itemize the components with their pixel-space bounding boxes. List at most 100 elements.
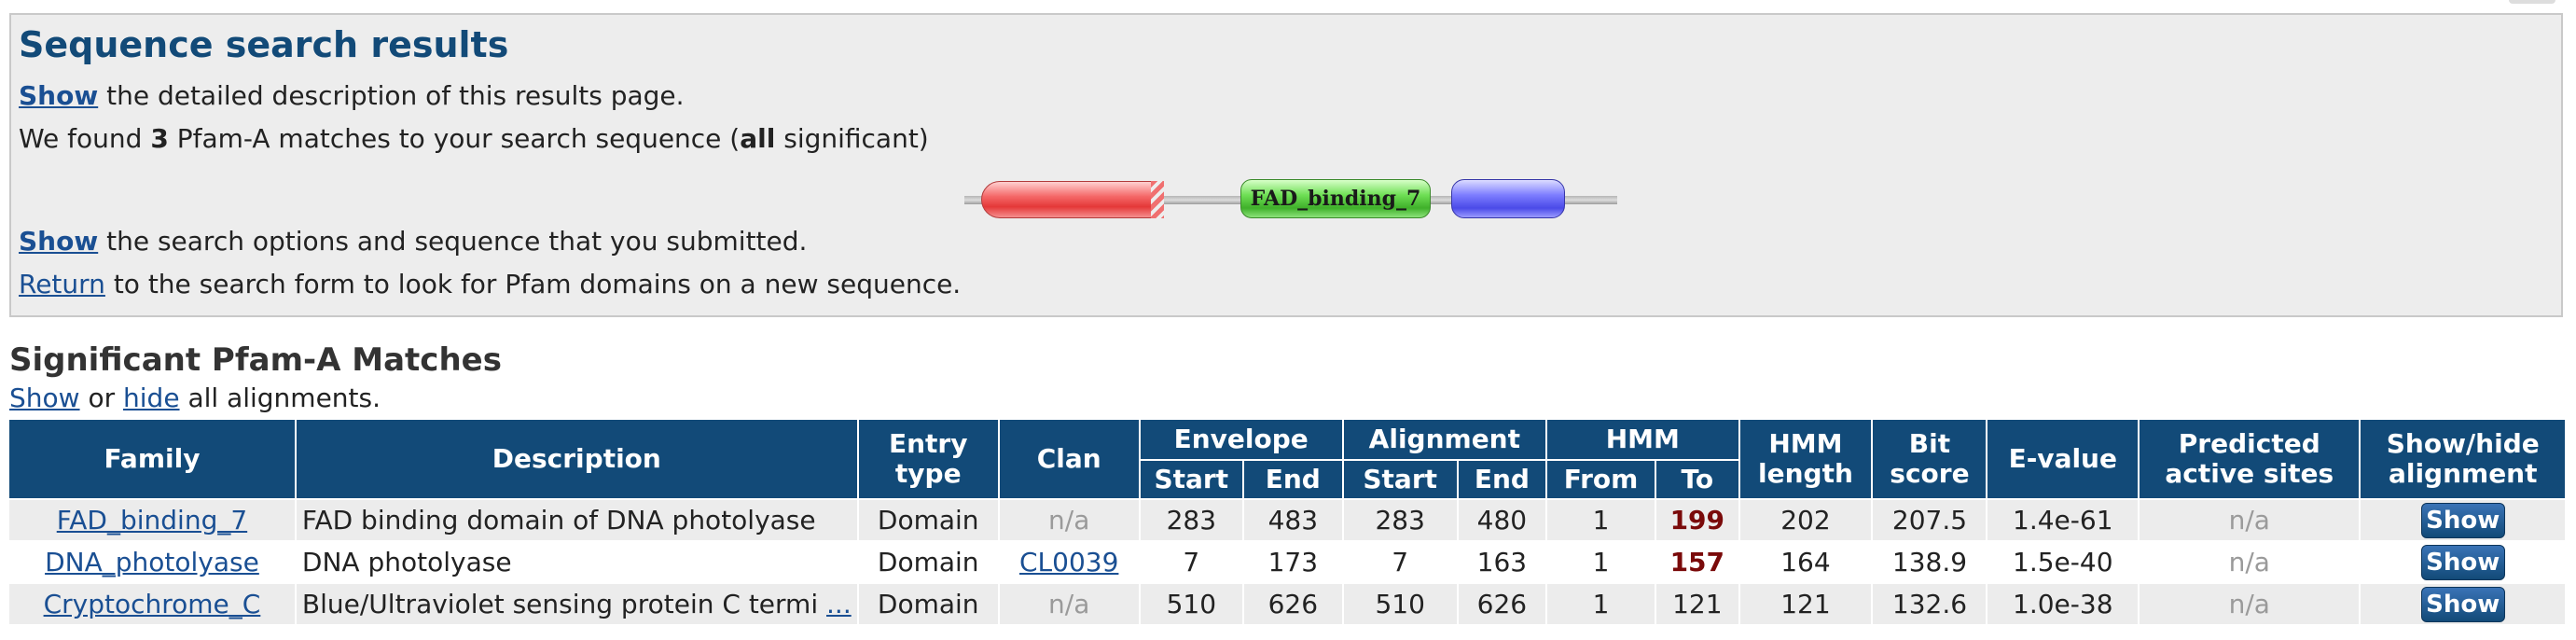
hmm-from-cell: 1 (1545, 582, 1657, 626)
table-row: DNA_photolyase DNA photolyase Domain CL0… (7, 540, 2567, 584)
header-envelope-start: Start (1138, 459, 1244, 500)
description-toggle-line: Show the detailed description of this re… (19, 80, 685, 111)
match-count-suffix: significant) (775, 123, 929, 154)
significance-word: all (740, 123, 776, 154)
alignment-start-cell: 7 (1341, 540, 1459, 584)
entry-type-cell: Domain (856, 540, 1000, 584)
alignment-end-cell: 626 (1456, 582, 1548, 626)
description-text: Blue/Ultraviolet sensing protein C termi (301, 589, 819, 619)
show-all-alignments-link[interactable]: Show (9, 383, 80, 413)
alignment-start-cell: 283 (1341, 498, 1459, 542)
results-summary-panel: Sequence search results Show the detaile… (9, 13, 2563, 317)
domain-cryptochrome-c[interactable] (1451, 179, 1565, 218)
description-cell: DNA photolyase (294, 540, 859, 584)
show-alignment-button[interactable]: Show (2420, 544, 2505, 580)
active-sites-cell: n/a (2138, 498, 2361, 542)
envelope-start-cell: 7 (1138, 540, 1244, 584)
hide-all-alignments-link[interactable]: hide (123, 383, 180, 413)
header-hmm-length: HMM length (1738, 418, 1874, 500)
hmm-length-cell: 164 (1738, 540, 1874, 584)
alignments-toggle-line: Show or hide all alignments. (9, 383, 381, 413)
evalue-cell: 1.4e-61 (1986, 498, 2140, 542)
description-cell: FAD binding domain of DNA photolyase (294, 498, 859, 542)
entry-type-cell: Domain (856, 498, 1000, 542)
window-corner-tab (2509, 0, 2555, 4)
family-link[interactable]: Cryptochrome_C (44, 589, 261, 619)
section-title: Significant Pfam-A Matches (9, 341, 502, 379)
clan-cell: n/a (997, 582, 1141, 626)
hmm-from-cell: 1 (1545, 498, 1657, 542)
alignment-end-cell: 480 (1456, 498, 1548, 542)
clan-cell: n/a (997, 498, 1141, 542)
header-hmm-from: From (1545, 459, 1657, 500)
domain-fad-binding-7[interactable]: FAD_binding_7 (1240, 179, 1431, 218)
hmm-length-cell: 202 (1738, 498, 1874, 542)
family-cell: FAD_binding_7 (7, 498, 297, 542)
match-count-middle: Pfam-A matches to your search sequence ( (168, 123, 741, 154)
bit-score-cell: 207.5 (1871, 498, 1988, 542)
show-alignment-button[interactable]: Show (2420, 502, 2505, 538)
header-hmm: HMM (1545, 418, 1740, 461)
show-description-link[interactable]: Show (19, 80, 98, 111)
description-more-link[interactable]: ... (826, 589, 852, 619)
header-entry-type: Entry type (856, 418, 1000, 500)
clan-cell: CL0039 (997, 540, 1141, 584)
alignments-text: all alignments. (179, 383, 381, 413)
show-search-options-link[interactable]: Show (19, 226, 98, 257)
header-alignment-end: End (1456, 459, 1548, 500)
evalue-cell: 1.0e-38 (1986, 582, 2140, 626)
return-text: to the search form to look for Pfam doma… (104, 269, 962, 299)
family-cell: DNA_photolyase (7, 540, 297, 584)
description-cell: Blue/Ultraviolet sensing protein C termi… (294, 582, 859, 626)
alignment-end-cell: 163 (1456, 540, 1548, 584)
match-count-prefix: We found (19, 123, 151, 154)
description-toggle-text: the detailed description of this results… (98, 80, 685, 111)
evalue-cell: 1.5e-40 (1986, 540, 2140, 584)
header-description: Description (294, 418, 859, 500)
hmm-to-cell: 157 (1655, 540, 1740, 584)
table-row: FAD_binding_7 FAD binding domain of DNA … (7, 498, 2567, 542)
envelope-end-cell: 483 (1241, 498, 1344, 542)
domain-graphic: FAD_binding_7 (964, 164, 1617, 220)
show-alignment-cell: Show (2359, 582, 2567, 626)
header-alignment: Alignment (1341, 418, 1548, 461)
hmm-to-cell: 199 (1655, 498, 1740, 542)
envelope-end-cell: 173 (1241, 540, 1344, 584)
header-evalue: E-value (1986, 418, 2140, 500)
table-row: Cryptochrome_C Blue/Ultraviolet sensing … (7, 582, 2567, 626)
page-title: Sequence search results (19, 24, 509, 65)
header-alignment-start: Start (1341, 459, 1459, 500)
family-cell: Cryptochrome_C (7, 582, 297, 626)
return-line: Return to the search form to look for Pf… (19, 269, 961, 299)
search-options-text: the search options and sequence that you… (98, 226, 808, 257)
hmm-length-cell: 121 (1738, 582, 1874, 626)
search-options-line: Show the search options and sequence tha… (19, 226, 807, 257)
header-clan: Clan (997, 418, 1141, 500)
match-count-line: We found 3 Pfam-A matches to your search… (19, 123, 929, 154)
hmm-to-cell: 121 (1655, 582, 1740, 626)
show-alignment-cell: Show (2359, 540, 2567, 584)
header-hmm-to: To (1655, 459, 1740, 500)
envelope-start-cell: 510 (1138, 582, 1244, 626)
entry-type-cell: Domain (856, 582, 1000, 626)
bit-score-cell: 132.6 (1871, 582, 1988, 626)
domain-dna-photolyase-jagged-edge (1151, 181, 1164, 218)
bit-score-cell: 138.9 (1871, 540, 1988, 584)
domain-dna-photolyase[interactable] (981, 181, 1158, 218)
active-sites-cell: n/a (2138, 582, 2361, 626)
or-text: or (79, 383, 124, 413)
clan-link[interactable]: CL0039 (1019, 547, 1118, 577)
alignment-start-cell: 510 (1341, 582, 1459, 626)
header-family: Family (7, 418, 297, 500)
header-envelope: Envelope (1138, 418, 1344, 461)
show-alignment-button[interactable]: Show (2420, 586, 2505, 622)
matches-table: Family Description Entry type Clan Envelo… (7, 418, 2567, 626)
header-envelope-end: End (1241, 459, 1344, 500)
envelope-start-cell: 283 (1138, 498, 1244, 542)
active-sites-cell: n/a (2138, 540, 2361, 584)
return-link[interactable]: Return (19, 269, 105, 299)
match-count: 3 (150, 123, 169, 154)
family-link[interactable]: FAD_binding_7 (57, 505, 247, 536)
header-show-hide-alignment: Show/hide alignment (2359, 418, 2567, 500)
family-link[interactable]: DNA_photolyase (45, 547, 259, 577)
